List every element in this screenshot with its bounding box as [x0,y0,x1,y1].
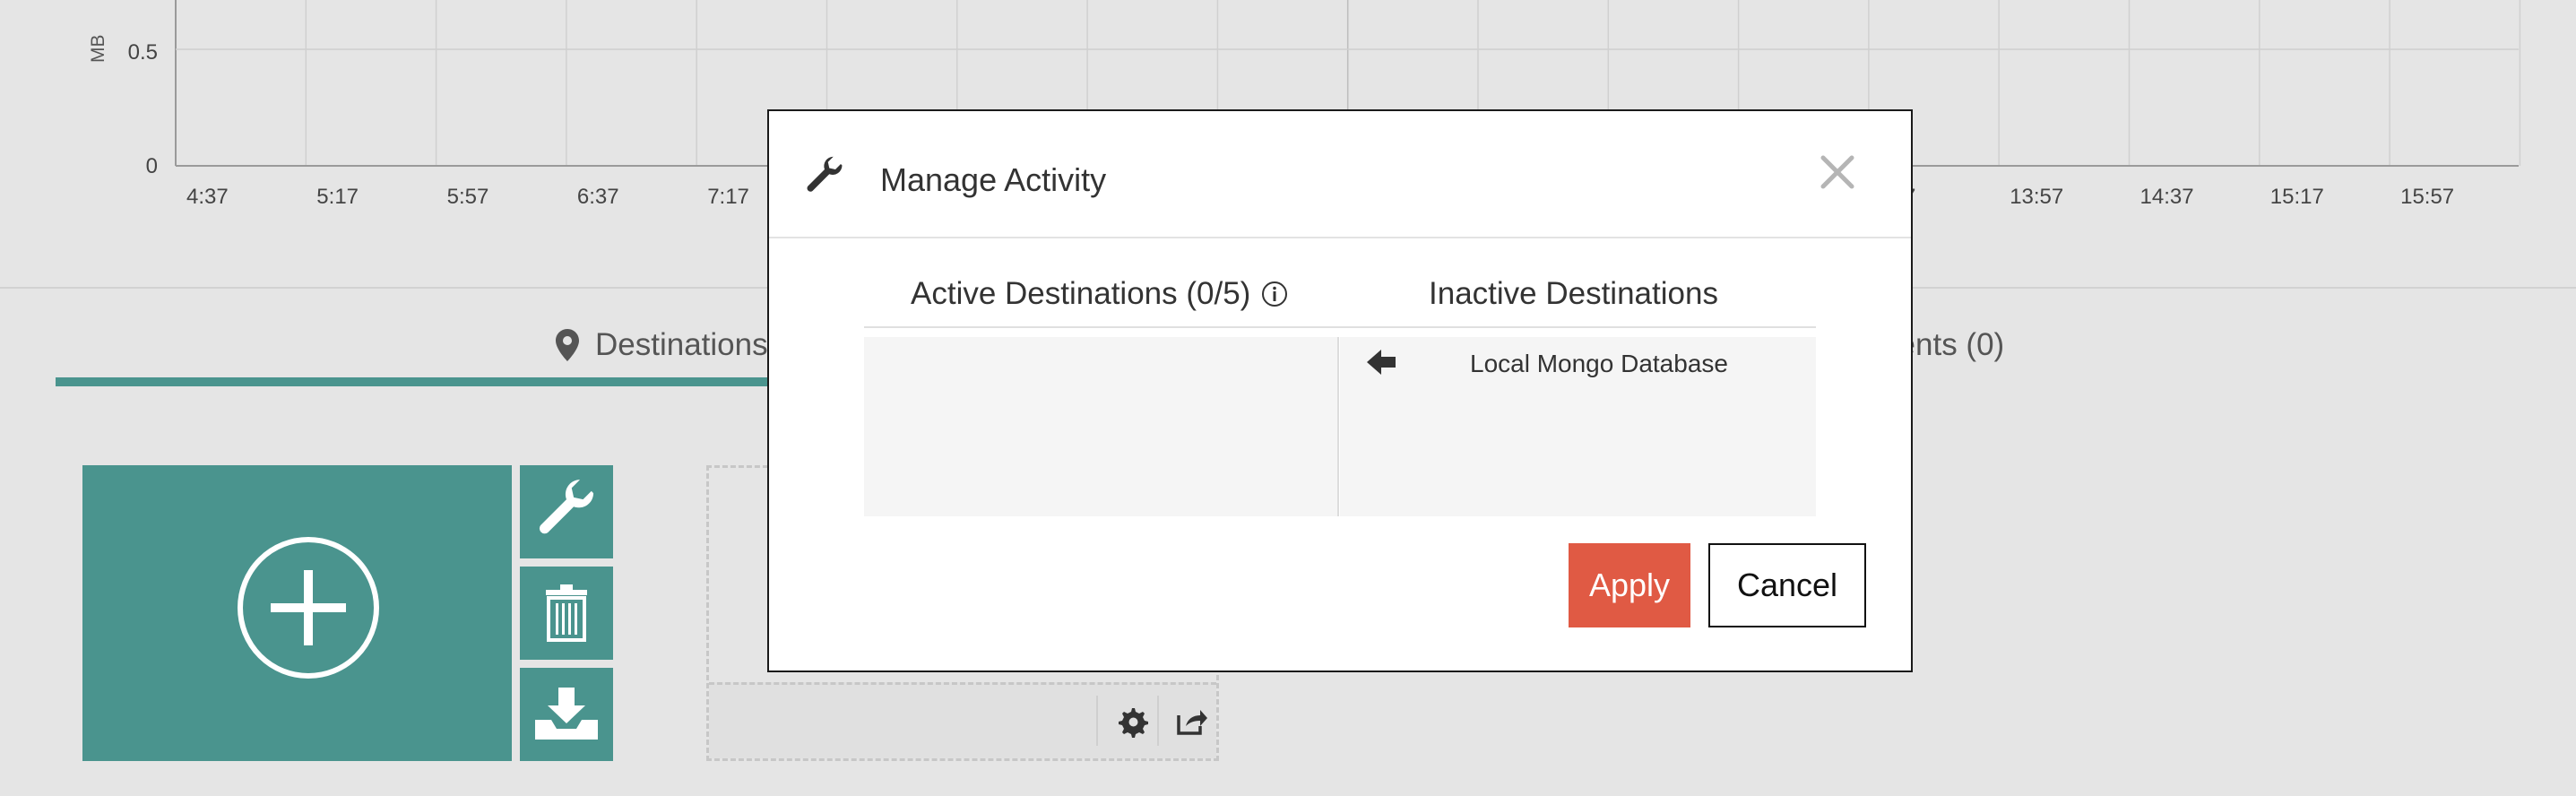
active-destinations-header: Active Destinations (0/5) [911,276,1288,312]
tab-destinations-label: Destinations [595,327,768,362]
header-divider [864,326,1816,328]
ytick-0: 0 [146,154,158,178]
download-button[interactable] [520,668,613,761]
wrench-icon [539,480,594,534]
manage-activity-button[interactable] [520,465,613,558]
active-destinations-title: Active Destinations (0/5) [911,276,1251,311]
ytick-0-5: 0.5 [128,40,158,65]
x-tick-label: 5:57 [447,185,489,209]
dialog-title: Manage Activity [880,161,1107,198]
y-axis-label: MB [88,35,108,64]
inactive-destinations-list: Local Mongo Database [1340,337,1816,516]
footer-divider [1157,696,1159,746]
x-tick-label: 6:37 [577,185,619,209]
add-destination-tile[interactable] [82,465,512,761]
x-tick-label: 13:57 [2010,185,2063,209]
inactive-destinations-title: Inactive Destinations [1429,276,1718,311]
x-tick-label: 5:17 [316,185,359,209]
x-tick-label: 15:57 [2400,185,2454,209]
x-tick-label: 14:37 [2140,185,2194,209]
inactive-item-label: Local Mongo Database [1470,350,1728,377]
delete-button[interactable] [520,567,613,660]
arrow-left-icon[interactable] [1365,346,1397,378]
dialog-header: Manage Activity [769,111,1911,238]
cancel-button[interactable]: Cancel [1708,543,1866,627]
manage-activity-dialog: Manage Activity Active Destinations (0/5… [767,109,1913,672]
card-footer [709,682,1216,758]
download-icon [535,688,598,740]
gear-icon[interactable] [1114,703,1150,739]
map-pin-icon [556,329,579,361]
apply-button[interactable]: Apply [1569,543,1690,627]
close-icon[interactable] [1818,152,1857,192]
share-icon[interactable] [1173,703,1209,739]
active-destinations-list [864,337,1339,516]
trash-icon [546,584,587,642]
tab-destinations[interactable]: Destinations [556,327,768,363]
list-item[interactable]: Local Mongo Database [1340,337,1816,387]
plus-circle-icon [238,537,379,679]
x-tick-label: 15:17 [2270,185,2324,209]
footer-divider [1096,696,1098,746]
x-tick-label: 7:17 [707,185,749,209]
wrench-icon [807,156,843,192]
x-tick-label: 4:37 [186,185,229,209]
active-tab-indicator [56,377,773,386]
info-icon[interactable] [1261,281,1288,307]
